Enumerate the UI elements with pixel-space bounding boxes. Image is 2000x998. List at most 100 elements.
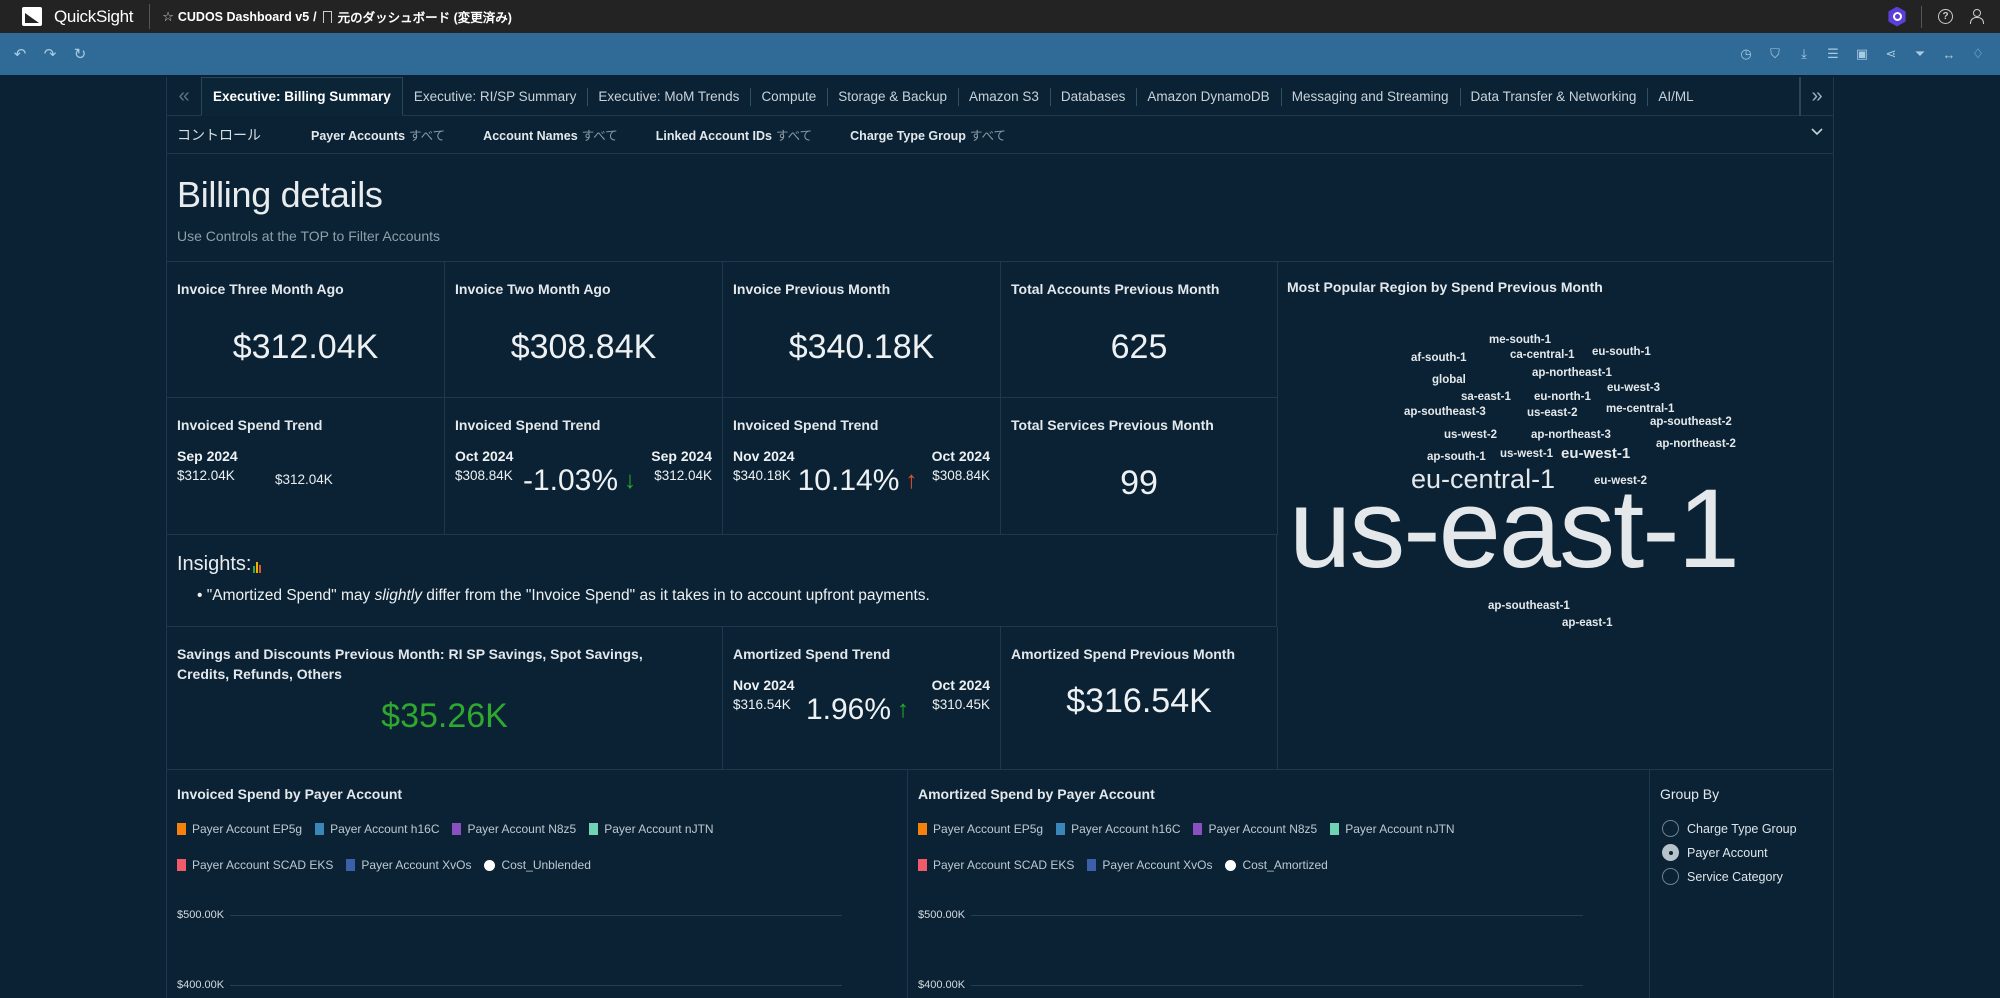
legend-item[interactable]: Payer Account SCAD EKS (918, 858, 1074, 872)
kpi-amortized-previous-month[interactable]: Amortized Spend Previous Month $316.54K (1001, 627, 1278, 770)
radio-label: Service Category (1687, 869, 1783, 884)
region-word[interactable]: ap-southeast-2 (1650, 416, 1732, 428)
region-word[interactable]: eu-north-1 (1534, 391, 1591, 403)
redo-icon[interactable]: ↷ (42, 45, 58, 63)
control-payer-accounts[interactable]: Payer Accounts すべて (311, 125, 445, 144)
radio-service-category[interactable]: Service Category (1662, 868, 1783, 885)
region-word[interactable]: ap-northeast-1 (1532, 367, 1612, 379)
trend-invoiced-oct[interactable]: Invoiced Spend Trend Oct 2024 $308.84K -… (445, 398, 723, 535)
kpi-total-accounts[interactable]: Total Accounts Previous Month 625 (1001, 262, 1278, 398)
radio-button-selected[interactable] (1662, 844, 1679, 861)
radio-payer-account[interactable]: Payer Account (1662, 844, 1768, 861)
legend-item[interactable]: Payer Account nJTN (589, 822, 714, 836)
legend-item[interactable]: Payer Account XvOs (1087, 858, 1212, 872)
kpi-invoice-previous-month[interactable]: Invoice Previous Month $340.18K (723, 262, 1001, 398)
region-word[interactable]: me-south-1 (1489, 334, 1551, 346)
control-linked-account-ids[interactable]: Linked Account IDs すべて (656, 125, 812, 144)
divider (149, 4, 151, 29)
tab-amazon-s3[interactable]: Amazon S3 (958, 77, 1050, 115)
dataset-icon[interactable]: ☰ (1825, 46, 1841, 62)
region-word[interactable]: eu-south-1 (1592, 346, 1651, 358)
tab-databases[interactable]: Databases (1049, 77, 1137, 115)
invoiced-spend-chart[interactable]: Invoiced Spend by Payer Account Payer Ac… (167, 770, 908, 998)
region-word[interactable]: us-west-2 (1444, 429, 1497, 441)
legend-item[interactable]: Payer Account h16C (315, 822, 439, 836)
fit-width-icon[interactable]: ↔ (1941, 47, 1957, 62)
save-icon[interactable]: ▣ (1854, 46, 1870, 62)
radio-charge-type-group[interactable]: Charge Type Group (1662, 820, 1797, 837)
tab-data-transfer[interactable]: Data Transfer & Networking (1459, 77, 1648, 115)
region-word[interactable]: ap-northeast-3 (1531, 429, 1611, 441)
expand-controls-chevron-down-icon[interactable] (1811, 126, 1823, 138)
undo-icon[interactable]: ↶ (12, 45, 28, 63)
help-icon[interactable]: ? (1938, 9, 1953, 24)
bullet: • (197, 587, 203, 604)
amortized-spend-chart[interactable]: Amortized Spend by Payer Account Payer A… (908, 770, 1650, 998)
region-word-cloud[interactable]: Most Popular Region by Spend Previous Mo… (1277, 262, 1834, 770)
alert-icon[interactable]: ♢ (1970, 46, 1986, 62)
legend-item[interactable]: Payer Account N8z5 (1193, 822, 1317, 836)
legend-swatch (1330, 823, 1340, 835)
kpi-invoice-three-month-ago[interactable]: Invoice Three Month Ago $312.04K (167, 262, 445, 398)
control-charge-type-group[interactable]: Charge Type Group すべて (850, 125, 1006, 144)
tab-billing-summary[interactable]: Executive: Billing Summary (201, 77, 403, 116)
legend-item[interactable]: Cost_Amortized (1225, 858, 1328, 872)
tabs-scroll-right-icon[interactable]: » (1799, 77, 1833, 116)
trend-compare-value: $308.84K (932, 468, 990, 483)
user-icon[interactable] (1969, 9, 1984, 24)
tab-ri-sp-summary[interactable]: Executive: RI/SP Summary (403, 77, 588, 115)
radio-button[interactable] (1662, 868, 1679, 885)
region-word[interactable]: us-east-2 (1527, 407, 1578, 419)
region-word[interactable]: eu-west-3 (1607, 382, 1660, 394)
region-word[interactable]: eu-west-1 (1561, 445, 1630, 462)
region-word[interactable]: me-central-1 (1606, 403, 1674, 415)
tab-messaging-streaming[interactable]: Messaging and Streaming (1280, 77, 1460, 115)
tab-mom-trends[interactable]: Executive: MoM Trends (587, 77, 750, 115)
tab-compute[interactable]: Compute (750, 77, 827, 115)
region-word[interactable]: af-south-1 (1411, 352, 1467, 364)
dashboard-sheet: « Executive: Billing Summary Executive: … (166, 77, 1834, 998)
control-account-names[interactable]: Account Names すべて (483, 125, 618, 144)
legend-item[interactable]: Payer Account N8z5 (452, 822, 576, 836)
region-word[interactable]: ap-southeast-3 (1404, 406, 1486, 418)
tabs-scroll-left-icon[interactable]: « (167, 77, 201, 115)
dashboard-name[interactable]: CUDOS Dashboard v5 (178, 10, 309, 24)
legend-swatch (918, 859, 927, 871)
radio-button[interactable] (1662, 820, 1679, 837)
legend-item[interactable]: Payer Account h16C (1056, 822, 1180, 836)
kpi-invoice-two-month-ago[interactable]: Invoice Two Month Ago $308.84K (445, 262, 723, 398)
region-word[interactable]: ap-east-1 (1562, 617, 1613, 629)
trend-amortized[interactable]: Amortized Spend Trend Nov 2024 $316.54K … (723, 627, 1001, 770)
history-icon[interactable]: ◷ (1738, 46, 1754, 62)
legend-item[interactable]: Payer Account XvOs (346, 858, 471, 872)
tab-storage-backup[interactable]: Storage & Backup (827, 77, 958, 115)
legend-item[interactable]: Payer Account nJTN (1330, 822, 1455, 836)
quicksight-logo[interactable]: QuickSight (22, 7, 134, 27)
bookmark-icon[interactable]: ⛉ (1767, 46, 1783, 62)
region-word-top[interactable]: us-east-1 (1289, 462, 1740, 596)
trend-invoiced-sep[interactable]: Invoiced Spend Trend Sep 2024 $312.04K $… (167, 398, 445, 535)
region-word[interactable]: sa-east-1 (1461, 391, 1511, 403)
trend-invoiced-nov[interactable]: Invoiced Spend Trend Nov 2024 $340.18K 1… (723, 398, 1001, 535)
filter-icon[interactable]: ⏷ (1912, 46, 1928, 62)
kpi-total-services[interactable]: Total Services Previous Month 99 (1001, 398, 1278, 535)
export-icon[interactable]: ⤓ (1796, 46, 1812, 62)
control-value: すべて (409, 129, 446, 143)
region-word[interactable]: ap-southeast-1 (1488, 600, 1570, 612)
region-word[interactable]: global (1432, 374, 1466, 386)
region-word[interactable]: us-west-1 (1500, 448, 1553, 460)
legend-item[interactable]: Payer Account EP5g (918, 822, 1043, 836)
region-word[interactable]: ca-central-1 (1510, 349, 1575, 361)
favorite-star-icon[interactable]: ☆ (162, 9, 174, 25)
legend-item[interactable]: Payer Account EP5g (177, 822, 302, 836)
region-word[interactable]: ap-northeast-2 (1656, 438, 1736, 450)
legend-item[interactable]: Payer Account SCAD EKS (177, 858, 333, 872)
app-badge-icon[interactable] (1888, 6, 1906, 27)
kpi-savings-discounts[interactable]: Savings and Discounts Previous Month: RI… (167, 627, 723, 770)
legend-item[interactable]: Cost_Unblended (484, 858, 591, 872)
tab-ai-ml[interactable]: AI/ML (1647, 77, 1704, 115)
legend-label: Payer Account XvOs (361, 858, 472, 872)
reset-icon[interactable]: ↻ (72, 45, 88, 63)
tab-dynamodb[interactable]: Amazon DynamoDB (1136, 77, 1280, 115)
share-icon[interactable]: ⋖ (1883, 46, 1899, 62)
